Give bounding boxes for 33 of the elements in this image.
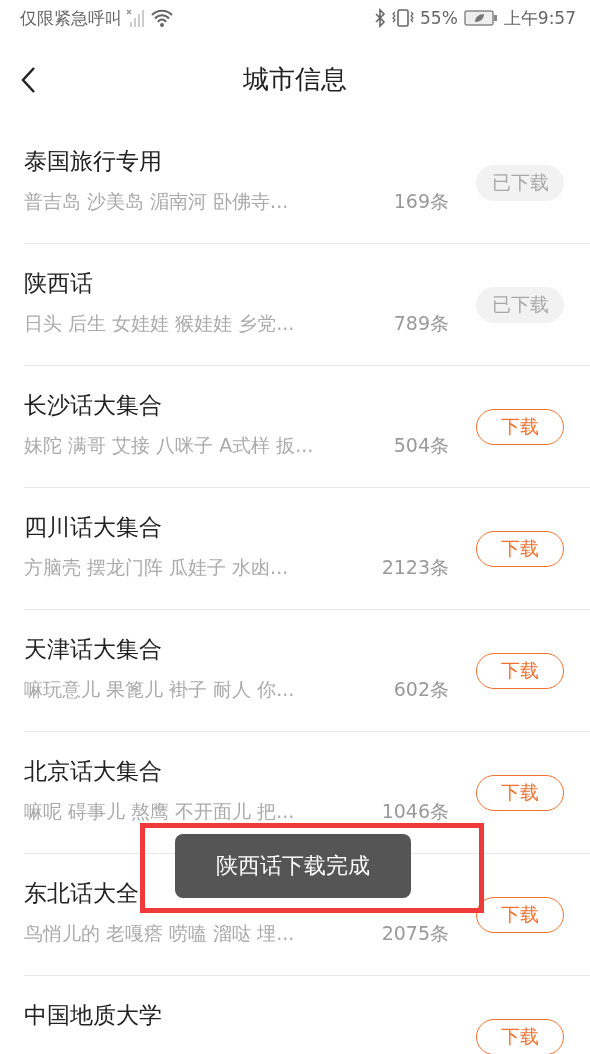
collection-title[interactable]: 天津话大集合 — [24, 634, 162, 665]
wifi-icon — [150, 8, 174, 28]
collection-preview: 嘛玩意儿 果篦儿 褂子 耐人 你... — [24, 677, 296, 702]
battery-icon — [463, 9, 498, 27]
collection-title[interactable]: 北京话大集合 — [24, 756, 162, 787]
battery-percent: 55% — [420, 8, 458, 28]
collection-preview: 嘛呢 碍事儿 熬鹰 不开面儿 把... — [24, 799, 296, 824]
entry-count: 789条 — [393, 311, 449, 336]
collection-preview: 妹陀 满哥 艾接 八咪子 A式样 扳... — [24, 433, 315, 458]
entry-count: 2075条 — [381, 921, 449, 946]
back-icon[interactable] — [20, 66, 36, 94]
collection-title[interactable]: 四川话大集合 — [24, 512, 162, 543]
vibrate-icon — [392, 8, 414, 28]
collection-preview: 日头 后生 女娃娃 猴娃娃 乡党... — [24, 311, 296, 336]
collection-title[interactable]: 东北话大全 — [24, 878, 139, 909]
entry-count: 169条 — [393, 189, 449, 214]
toast-message: 陕西话下载完成 — [175, 834, 411, 898]
page-title: 城市信息 — [243, 62, 347, 96]
collection-preview: 方脑壳 摆龙门阵 瓜娃子 水凼... — [24, 555, 290, 580]
collection-preview: 普吉岛 沙美岛 湄南河 卧佛寺... — [24, 189, 290, 214]
entry-count: 504条 — [393, 433, 449, 458]
collection-title[interactable]: 长沙话大集合 — [24, 390, 162, 421]
clock-time: 上午9:57 — [503, 6, 576, 30]
entry-count: 2123条 — [381, 555, 449, 580]
collection-title[interactable]: 陕西话 — [24, 268, 93, 299]
entry-count: 1046条 — [381, 799, 449, 824]
carrier-text: 仅限紧急呼叫 — [20, 6, 122, 30]
entry-count: 602条 — [393, 677, 449, 702]
collection-preview: 鸟悄儿的 老嘎瘩 唠嗑 溜哒 埋... — [24, 921, 296, 946]
collection-title[interactable]: 中国地质大学 — [24, 1000, 162, 1031]
bluetooth-icon — [374, 8, 386, 28]
collection-title[interactable]: 泰国旅行专用 — [24, 146, 162, 177]
signal-icon — [126, 8, 146, 28]
